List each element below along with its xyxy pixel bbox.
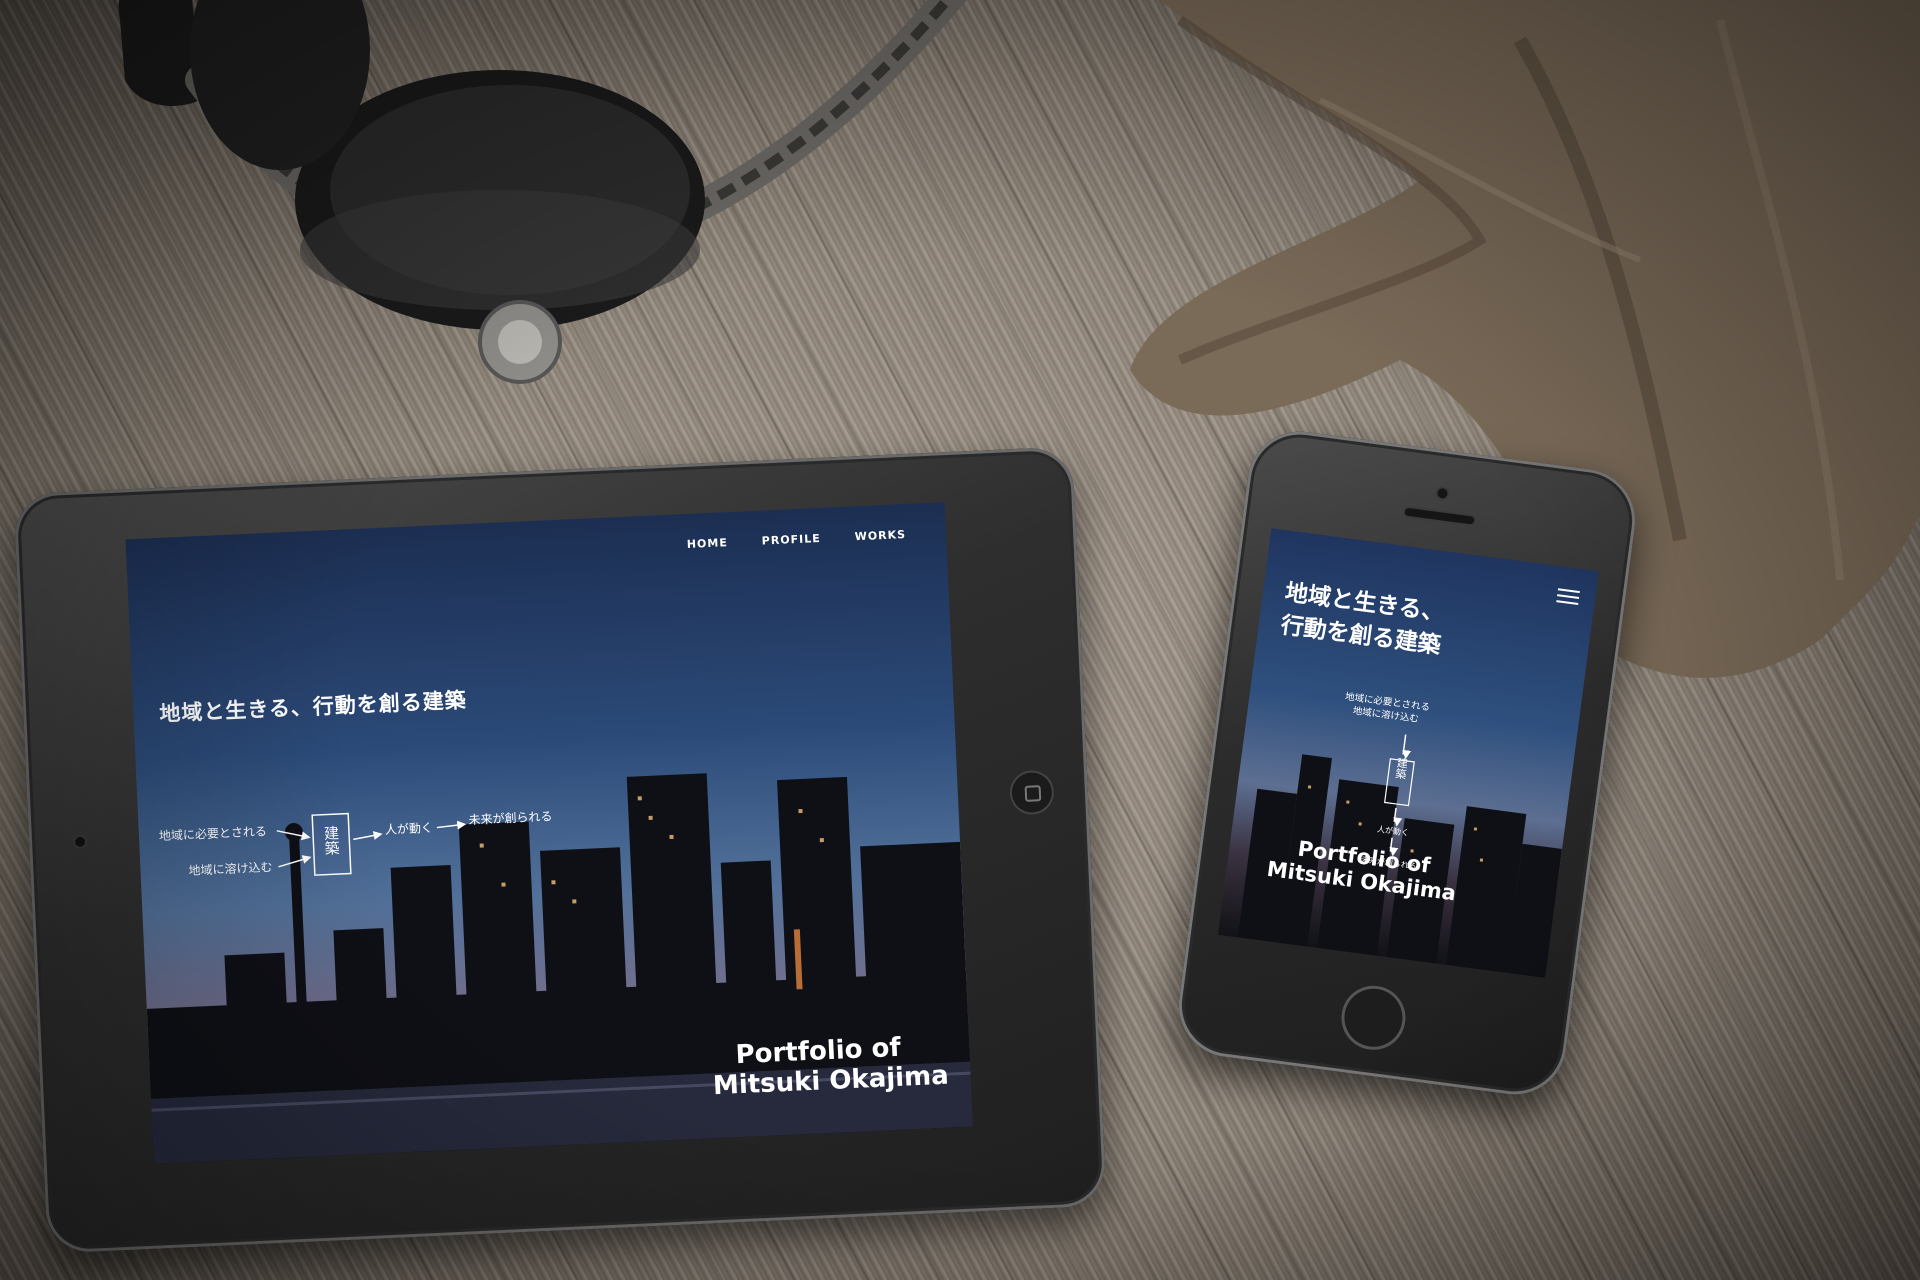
wooden-table-scene: HOME PROFILE WORKS 地域と生きる、行動を創る建築 地域に必要と… bbox=[0, 0, 1920, 1280]
tablet-device: HOME PROFILE WORKS 地域と生きる、行動を創る建築 地域に必要と… bbox=[13, 446, 1107, 1254]
phone-device: 地域と生きる、 行動を創る建築 地域に必要とされる 地域に溶け込む 建築 人が動… bbox=[1172, 425, 1642, 1101]
nav-works[interactable]: WORKS bbox=[854, 528, 906, 543]
portfolio-title: Portfolio of Mitsuki Okajima bbox=[711, 1032, 949, 1102]
phone-flow-center: 建築 bbox=[1393, 755, 1409, 780]
nav-profile[interactable]: PROFILE bbox=[761, 532, 821, 548]
tablet-screen: HOME PROFILE WORKS 地域と生きる、行動を創る建築 地域に必要と… bbox=[125, 502, 973, 1164]
flow-input-bottom: 地域に溶け込む bbox=[188, 859, 273, 878]
flow-step1: 人が動く bbox=[385, 820, 434, 837]
flow-step2: 未来が創られる bbox=[468, 808, 553, 827]
flow-input-top: 地域に必要とされる bbox=[159, 824, 268, 843]
headphones bbox=[118, 0, 967, 384]
phone-flow-step1: 人が動く bbox=[1377, 824, 1410, 838]
phone-screen: 地域と生きる、 行動を創る建築 地域に必要とされる 地域に溶け込む 建築 人が動… bbox=[1217, 528, 1599, 978]
flow-center: 建築 bbox=[322, 825, 341, 856]
nav-home[interactable]: HOME bbox=[687, 536, 729, 551]
hamburger-menu-icon[interactable] bbox=[1556, 584, 1581, 609]
